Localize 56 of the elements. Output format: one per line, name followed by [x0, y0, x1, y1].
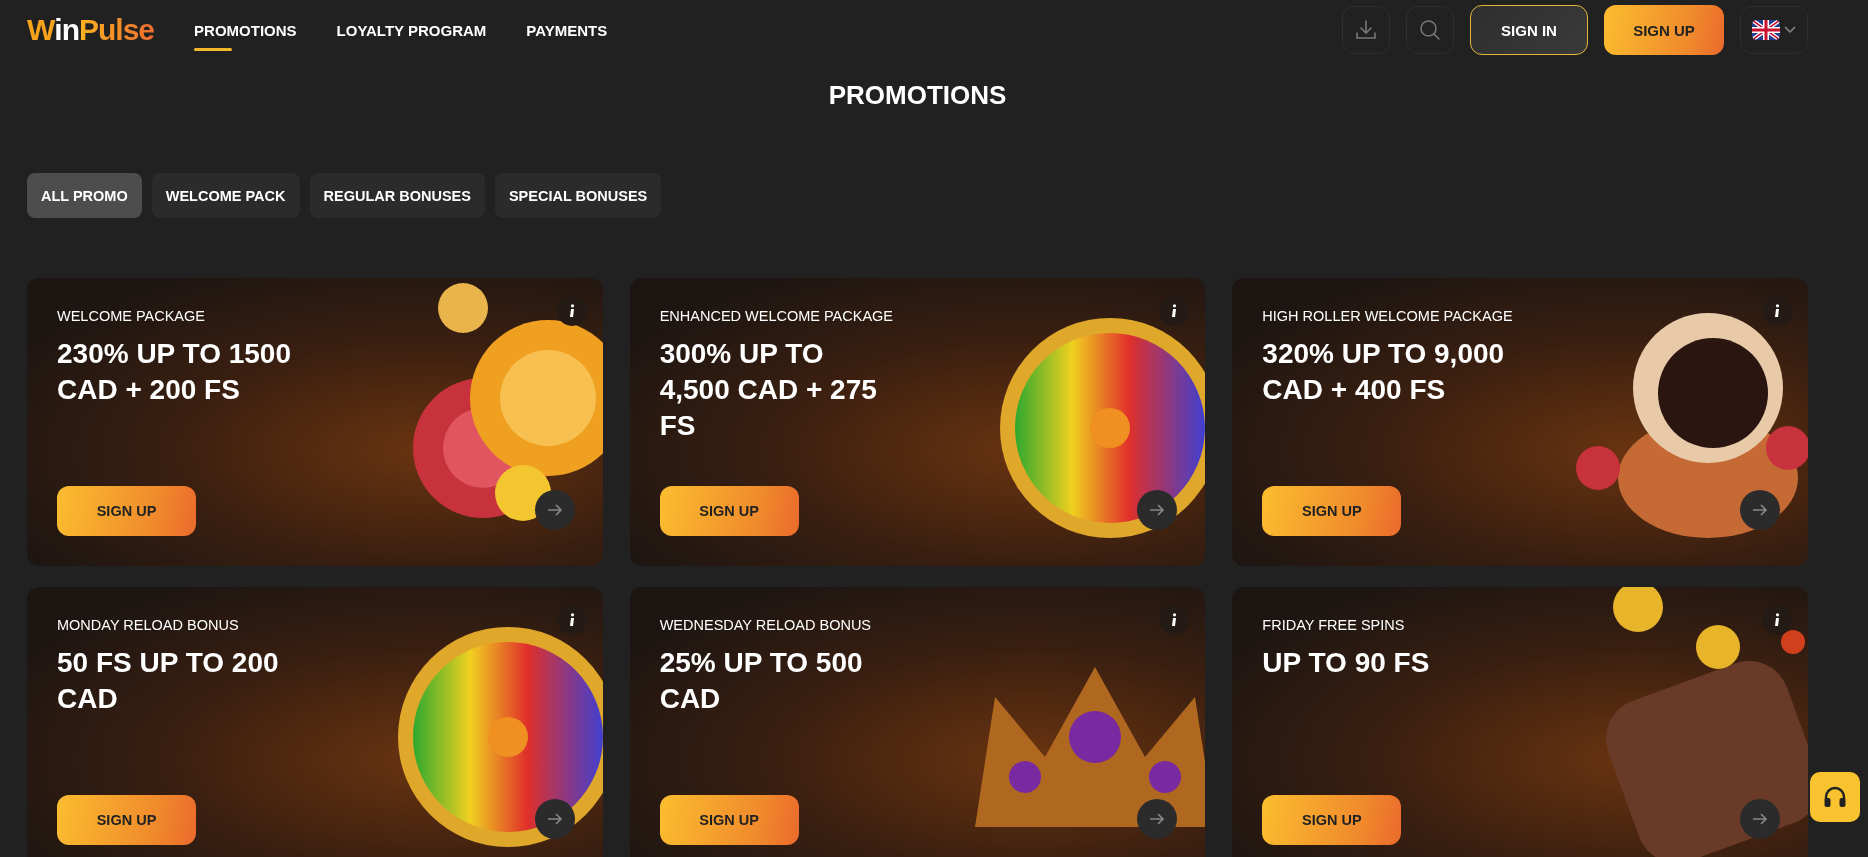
arrow-right-icon [1752, 504, 1768, 516]
promo-headline: 25% UP TO 500 CAD [659, 646, 863, 716]
info-icon [1774, 613, 1780, 627]
info-icon [1774, 304, 1780, 318]
promo-label: HIGH ROLLER WELCOME PACKAGE [1262, 308, 1513, 324]
sign-up-button[interactable]: SIGN UP [1262, 486, 1402, 536]
info-icon [1171, 304, 1178, 318]
promo-headline: 300% UP TO 4,500 CAD + 275 FS [659, 337, 877, 443]
language-selector[interactable] [1740, 6, 1808, 54]
arrow-right-icon [1149, 504, 1166, 516]
promo-headline: UP TO 90 FS [1262, 646, 1430, 680]
page-title: PROMOTIONS [827, 80, 1008, 111]
filter-tab[interactable]: ALL PROMO [27, 173, 142, 218]
download-icon [1354, 18, 1378, 42]
sign-up-button[interactable]: SIGN UP [659, 486, 799, 536]
headphones-icon [1823, 786, 1847, 808]
filter-tab[interactable]: SPECIAL BONUSES [494, 173, 662, 218]
sign-up-button[interactable]: SIGN UP [1262, 795, 1402, 845]
arrow-right-icon [1752, 813, 1768, 825]
filter-tab[interactable]: WELCOME PACK [151, 173, 300, 218]
sign-in-button[interactable]: SIGN IN [1470, 5, 1588, 55]
nav-link[interactable]: LOYALTY PROGRAM [336, 0, 487, 60]
arrow-right-icon [546, 813, 563, 825]
sign-up-button[interactable]: SIGN UP [1604, 5, 1724, 55]
info-button[interactable] [1762, 296, 1792, 326]
info-icon [568, 613, 575, 627]
info-button[interactable] [1762, 605, 1792, 635]
arrow-right-icon [546, 504, 563, 516]
search-button[interactable] [1406, 6, 1454, 54]
search-icon [1418, 18, 1442, 42]
info-button[interactable] [1159, 296, 1190, 326]
info-button[interactable] [1159, 605, 1190, 635]
nav-link[interactable]: PAYMENTS [526, 0, 608, 60]
sign-up-button[interactable]: SIGN UP [57, 486, 196, 536]
nav-link[interactable]: PROMOTIONS [194, 0, 297, 60]
info-button[interactable] [556, 605, 587, 635]
chevron-down-icon [1784, 26, 1796, 34]
download-button[interactable] [1342, 6, 1390, 54]
flag-icon [1752, 20, 1780, 40]
promo-label: WEDNESDAY RELOAD BONUS [659, 617, 872, 633]
info-icon [1171, 613, 1178, 627]
info-icon [568, 304, 575, 318]
arrow-button[interactable] [534, 490, 575, 530]
promo-label: FRIDAY FREE SPINS [1262, 617, 1405, 633]
support-button[interactable] [1810, 772, 1860, 822]
promo-headline: 230% UP TO 1500 CAD + 200 FS [57, 337, 291, 407]
promo-label: ENHANCED WELCOME PACKAGE [659, 308, 894, 324]
arrow-right-icon [1149, 813, 1166, 825]
promo-headline: 50 FS UP TO 200 CAD [57, 646, 279, 716]
promo-label: WELCOME PACKAGE [57, 308, 205, 324]
sign-up-button[interactable]: SIGN UP [659, 795, 799, 845]
promo-label: MONDAY RELOAD BONUS [57, 617, 239, 633]
sign-up-button[interactable]: SIGN UP [57, 795, 196, 845]
filter-tab[interactable]: REGULAR BONUSES [309, 173, 485, 218]
info-button[interactable] [556, 296, 587, 326]
promo-headline: 320% UP TO 9,000 CAD + 400 FS [1262, 337, 1505, 407]
